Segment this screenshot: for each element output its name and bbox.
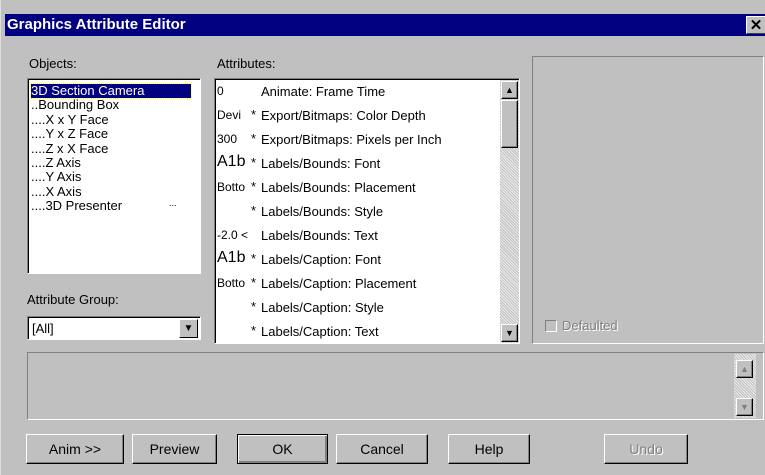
objects-list[interactable]: 3D Section Camera ..Bounding Box ....X x Y… xyxy=(27,78,201,274)
objects-list-item[interactable]: ....3D Presenter... xyxy=(31,198,191,214)
objects-list-item-label: ....3D Presenter xyxy=(31,198,123,214)
cancel-button[interactable]: Cancel xyxy=(336,434,428,464)
scroll-up-button[interactable]: ▲ xyxy=(501,81,518,99)
close-button[interactable]: ✕ xyxy=(746,16,765,34)
attribute-name: Export/Bitmaps: Color Depth xyxy=(261,108,426,123)
objects-list-item[interactable]: ..Bounding Box xyxy=(31,98,191,112)
scroll-down-button[interactable]: ▼ xyxy=(501,324,518,342)
dropdown-button[interactable]: ▼ xyxy=(179,319,198,338)
attribute-nondefault-star: * xyxy=(251,251,257,266)
attribute-row[interactable]: Botto * Labels/Caption: Placement xyxy=(217,271,495,295)
undo-button[interactable]: Undo xyxy=(604,434,688,464)
anim-button[interactable]: Anim >> xyxy=(26,434,124,464)
attribute-nondefault-star: * xyxy=(251,179,257,194)
title-bar[interactable]: Graphics Attribute Editor ✕ xyxy=(5,14,765,36)
attribute-name: Labels/Bounds: Placement xyxy=(261,180,416,195)
attribute-row[interactable]: 0 Animate: Frame Time xyxy=(217,79,495,103)
attribute-value: 300 xyxy=(217,132,238,146)
attribute-name: Export/Bitmaps: Pixels per Inch xyxy=(261,132,442,147)
dialog-window: Graphics Attribute Editor ✕ Objects: 3D … xyxy=(0,0,765,475)
attribute-row[interactable]: * Labels/Caption: Style xyxy=(217,295,495,319)
objects-list-item[interactable]: ....Y x Z Face xyxy=(31,127,191,141)
help-button[interactable]: Help xyxy=(448,434,530,464)
attributes-items: 0 Animate: Frame Time Devi * Export/Bitmaps:… xyxy=(215,79,500,343)
attribute-nondefault-star: * xyxy=(251,155,257,170)
arrow-down-icon: ▼ xyxy=(740,402,749,412)
description-scroll-down-button[interactable]: ▼ xyxy=(736,398,753,416)
attribute-editor-panel xyxy=(532,56,764,344)
arrow-down-icon: ▼ xyxy=(505,328,514,338)
attribute-row[interactable]: A1b * Labels/Caption: Font xyxy=(217,247,495,271)
attribute-row[interactable]: A1b * Labels/Bounds: Font xyxy=(217,151,495,175)
objects-list-item[interactable]: 3D Section Camera xyxy=(30,83,192,99)
scroll-thumb[interactable] xyxy=(501,100,518,148)
objects-list-item[interactable]: ....Y Axis xyxy=(31,170,191,184)
objects-list-item[interactable]: ....Z Axis xyxy=(31,156,191,170)
attribute-name: Labels/Bounds: Style xyxy=(261,204,384,219)
attribute-value: A1b xyxy=(217,153,246,170)
attribute-value: A1b xyxy=(217,249,246,266)
attribute-nondefault-star: * xyxy=(251,275,257,290)
attributes-label: Attributes: xyxy=(217,56,276,71)
description-area: ▲ ▼ xyxy=(27,352,764,420)
arrow-up-icon: ▲ xyxy=(505,85,514,95)
attribute-name: Animate: Frame Time xyxy=(261,84,386,99)
objects-list-item[interactable]: ....X Axis xyxy=(31,184,191,199)
attribute-row[interactable]: Botto * Labels/Bounds: Placement xyxy=(217,175,495,199)
attribute-group-select[interactable]: [All] ▼ xyxy=(27,316,201,340)
attribute-value: -2.0 < xyxy=(217,228,249,242)
attribute-nondefault-star: * xyxy=(251,131,257,146)
attribute-nondefault-star: * xyxy=(251,299,257,314)
overflow-dots: ... xyxy=(169,198,177,209)
objects-list-item[interactable]: ....X x Y Face xyxy=(31,112,191,127)
attribute-group-value: [All] xyxy=(32,321,54,336)
close-icon: ✕ xyxy=(749,17,763,34)
preview-button[interactable]: Preview xyxy=(132,434,217,464)
attribute-value: 0 xyxy=(217,84,224,98)
attribute-name: Labels/Caption: Text xyxy=(261,324,379,339)
description-scroll-up-button[interactable]: ▲ xyxy=(736,360,753,378)
attribute-name: Labels/Bounds: Text xyxy=(261,228,378,243)
attribute-value: Devi xyxy=(217,108,242,122)
attributes-list[interactable]: 0 Animate: Frame Time Devi * Export/Bitmaps:… xyxy=(214,78,520,344)
defaulted-label: Defaulted xyxy=(562,318,618,333)
chevron-down-icon: ▼ xyxy=(183,323,194,334)
attribute-name: Labels/Bounds: Font xyxy=(261,156,381,171)
window-title: Graphics Attribute Editor xyxy=(7,16,186,33)
description-scrollbar[interactable]: ▲ ▼ xyxy=(734,354,756,418)
attribute-group-label: Attribute Group: xyxy=(27,292,119,307)
attribute-row[interactable]: * Labels/Caption: Text xyxy=(217,319,495,343)
attribute-name: Labels/Caption: Style xyxy=(261,300,384,315)
attributes-scrollbar[interactable]: ▲ ▼ xyxy=(500,80,519,343)
objects-list-item[interactable]: ....Z x X Face xyxy=(31,141,191,156)
attribute-row[interactable]: Devi * Export/Bitmaps: Color Depth xyxy=(217,103,495,127)
defaulted-checkbox[interactable] xyxy=(545,320,557,332)
ok-button[interactable]: OK xyxy=(237,434,328,464)
attribute-name: Labels/Caption: Placement xyxy=(261,276,417,291)
attribute-nondefault-star: * xyxy=(251,203,257,218)
attribute-value: Botto xyxy=(217,276,246,290)
attribute-row[interactable]: 300 * Export/Bitmaps: Pixels per Inch xyxy=(217,127,495,151)
attribute-nondefault-star: * xyxy=(251,107,257,122)
attribute-value: Botto xyxy=(217,180,246,194)
attribute-row[interactable]: * Labels/Bounds: Style xyxy=(217,199,495,223)
objects-label: Objects: xyxy=(29,56,77,71)
attribute-nondefault-star: * xyxy=(251,323,257,338)
attribute-row[interactable]: -2.0 < Labels/Bounds: Text xyxy=(217,223,495,247)
arrow-up-icon: ▲ xyxy=(740,364,749,374)
attribute-name: Labels/Caption: Font xyxy=(261,252,381,267)
